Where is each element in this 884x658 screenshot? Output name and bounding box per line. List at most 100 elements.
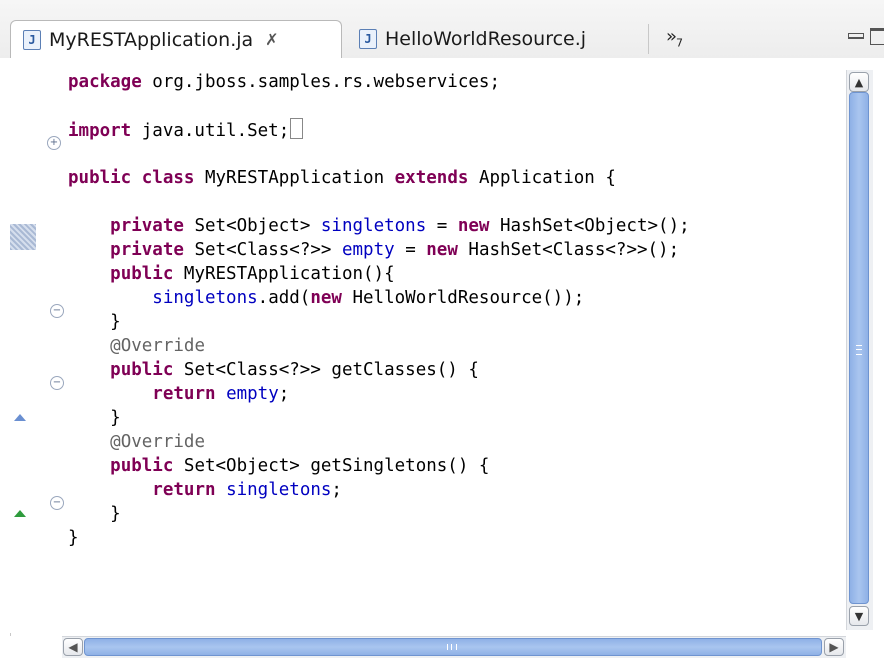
code-line[interactable]: } <box>68 310 690 334</box>
code-line[interactable]: public MyRESTApplication(){ <box>68 262 690 286</box>
code-line[interactable] <box>68 190 690 214</box>
keyword: private <box>110 216 184 236</box>
keyword: return <box>152 480 216 500</box>
keyword: new <box>310 288 342 308</box>
scroll-left-button[interactable]: ◀ <box>63 638 83 656</box>
code-text: MyRESTApplication(){ <box>173 264 395 284</box>
code-line[interactable]: return empty; <box>68 382 690 406</box>
code-line[interactable]: } <box>68 406 690 430</box>
code-line[interactable]: public Set<Object> getSingletons() { <box>68 454 690 478</box>
vertical-scrollbar[interactable]: ▲ ▼ <box>846 70 873 630</box>
code-line[interactable]: public Set<Class<?>> getClasses() { <box>68 358 690 382</box>
keyword: import <box>68 121 132 141</box>
code-text: } <box>68 408 121 428</box>
code-line[interactable]: return singletons; <box>68 478 690 502</box>
code-text: Set<Object> getSingletons() { <box>173 456 490 476</box>
tab-helloworldresource[interactable]: J HelloWorldResource.j <box>355 20 625 58</box>
code-line[interactable]: import java.util.Set; <box>68 118 690 142</box>
annotation-ruler[interactable] <box>0 58 40 633</box>
scroll-right-button[interactable]: ▶ <box>824 638 844 656</box>
minimize-icon[interactable] <box>848 33 864 39</box>
code-line[interactable]: private Set<Class<?>> empty = new HashSe… <box>68 238 690 262</box>
code-line[interactable]: } <box>68 526 690 550</box>
java-file-icon: J <box>23 29 41 50</box>
chevron-double-right-icon: » <box>666 26 677 47</box>
code-area[interactable]: package org.jboss.samples.rs.webservices… <box>10 70 840 550</box>
field-name: empty <box>341 240 395 260</box>
hidden-tab-count: 7 <box>676 36 683 50</box>
code-text: } <box>68 312 121 332</box>
keyword: new <box>457 216 490 236</box>
keyword: private <box>110 240 184 260</box>
code-line[interactable]: package org.jboss.samples.rs.webservices… <box>68 70 690 94</box>
scroll-down-button[interactable]: ▼ <box>849 606 869 626</box>
keyword: extends <box>394 168 469 188</box>
collapse-constructor-icon[interactable]: − <box>50 304 64 318</box>
tab-myrestapplication[interactable]: J MyRESTApplication.ja ✗ <box>10 20 342 58</box>
vertical-scroll-thumb[interactable] <box>849 92 869 604</box>
close-tab-icon[interactable]: ✗ <box>265 30 278 49</box>
field-name: singletons <box>226 480 332 500</box>
implements-indicator-icon[interactable] <box>14 510 26 517</box>
editor-tab-bar: J MyRESTApplication.ja ✗ J HelloWorldRes… <box>0 0 884 58</box>
code-text: MyRESTApplication <box>194 168 395 188</box>
code-line[interactable]: } <box>68 502 690 526</box>
collapsed-region-icon[interactable] <box>290 118 304 139</box>
expand-import-icon[interactable]: + <box>47 136 61 150</box>
field-name: empty <box>226 384 279 404</box>
keyword: package <box>68 72 142 92</box>
collapse-getsingletons-icon[interactable]: − <box>50 496 64 510</box>
grip-icon <box>447 644 457 650</box>
field-name: singletons <box>320 216 427 236</box>
java-editor[interactable]: + − − − package org.jboss.samples.rs.web… <box>0 58 884 658</box>
code-text: Application { <box>468 168 616 188</box>
code-text: Set<Object> <box>183 216 321 236</box>
code-line[interactable]: @Override <box>68 430 690 454</box>
code-text: java.util.Set; <box>131 121 290 141</box>
annotation: @Override <box>110 336 205 356</box>
keyword: public <box>110 360 174 380</box>
code-text: .add( <box>257 288 311 308</box>
code-line[interactable]: singletons.add(new HelloWorldResource())… <box>68 286 690 310</box>
code-line[interactable] <box>68 94 690 118</box>
tab-divider <box>648 24 649 54</box>
code-line[interactable] <box>68 142 690 166</box>
code-line[interactable]: @Override <box>68 334 690 358</box>
scroll-up-button[interactable]: ▲ <box>849 72 869 92</box>
code-line[interactable]: public class MyRESTApplication extends A… <box>68 166 690 190</box>
annotation: @Override <box>110 432 205 452</box>
keyword: public <box>110 264 174 284</box>
grip-icon <box>856 345 862 355</box>
tab-label: HelloWorldResource.j <box>385 28 587 50</box>
code-text: Set<Class<?>> getClasses() { <box>173 360 479 380</box>
code-text: HashSet<Class<?>>(); <box>457 240 680 260</box>
override-indicator-icon[interactable] <box>14 414 26 421</box>
collapse-getclasses-icon[interactable]: − <box>50 376 64 390</box>
code-text: ; <box>331 480 342 500</box>
keyword: class <box>141 168 195 188</box>
maximize-icon[interactable] <box>870 28 884 45</box>
horizontal-scrollbar[interactable]: ◀ ▶ <box>62 636 846 658</box>
code-line[interactable]: private Set<Object> singletons = new Has… <box>10 214 840 238</box>
code-text: = <box>394 240 427 260</box>
code-text: } <box>68 504 121 524</box>
code-text: = <box>426 216 458 236</box>
keyword: return <box>152 384 216 404</box>
tab-label: MyRESTApplication.ja <box>49 28 254 51</box>
current-line-marker <box>10 224 36 250</box>
code-text: HashSet<Object>(); <box>489 216 690 236</box>
horizontal-scroll-thumb[interactable] <box>84 638 822 656</box>
tab-overflow-button[interactable]: »7 <box>666 26 683 50</box>
field-name: singletons <box>152 288 258 308</box>
